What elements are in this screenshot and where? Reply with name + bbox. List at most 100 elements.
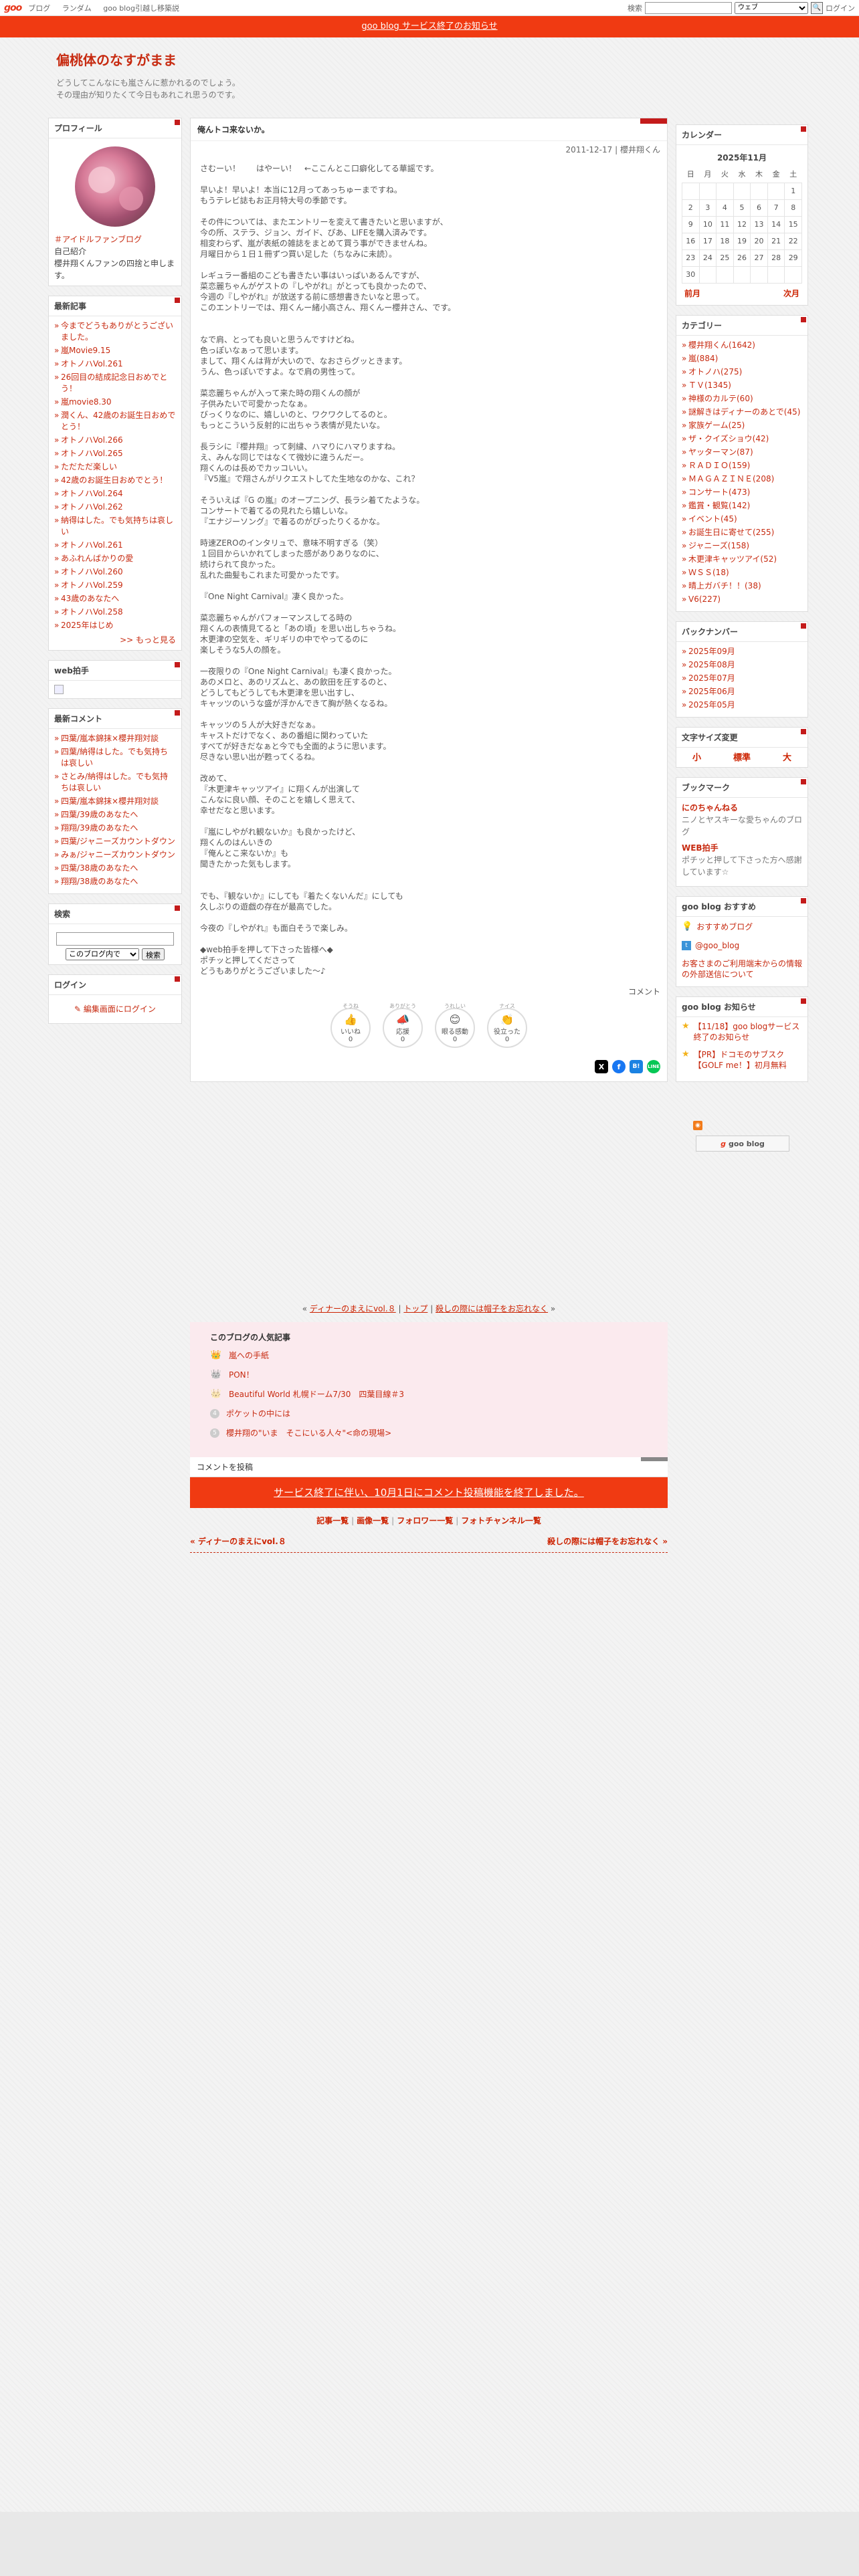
category-item[interactable]: お誕生日に寄せて(255) <box>682 527 802 538</box>
fontsize-normal-button[interactable]: 標準 <box>733 750 751 763</box>
category-item[interactable]: イベント(45) <box>682 514 802 525</box>
recent-post-item[interactable]: オトノハVol.265 <box>54 448 176 459</box>
category-item[interactable]: コンサート(473) <box>682 487 802 498</box>
recent-post-item[interactable]: オトノハVol.266 <box>54 435 176 446</box>
recent-post-item[interactable]: 今までどうもありがとうございました。 <box>54 320 176 343</box>
prev-post-link[interactable]: « ディナーのまえにvol.８ <box>190 1535 286 1547</box>
footer-link[interactable]: フォトチャンネル一覧 <box>461 1516 541 1525</box>
topbar-nav-random[interactable]: ランダム <box>62 4 92 13</box>
next-post-link[interactable]: 殺しの際には帽子をお忘れなく » <box>547 1535 668 1547</box>
recent-post-item[interactable]: 嵐Movie9.15 <box>54 345 176 356</box>
top-link[interactable]: トップ <box>403 1304 427 1313</box>
recent-post-item[interactable]: ただただ楽しい <box>54 461 176 473</box>
rss-icon[interactable]: ◉ <box>693 1121 702 1130</box>
hatena-share-icon[interactable]: B! <box>630 1060 643 1073</box>
recent-comment-item[interactable]: 四葉/嵐本錦抹×櫻井翔対談 <box>54 733 176 744</box>
recent-post-item[interactable]: オトノハVol.261 <box>54 540 176 551</box>
calendar-day[interactable]: 5 <box>733 199 751 217</box>
recent-post-item[interactable]: オトノハVol.259 <box>54 580 176 591</box>
article-category[interactable]: 櫻井翔くん <box>620 145 660 154</box>
calendar-day[interactable]: 1 <box>784 183 802 200</box>
recommend-blog-link[interactable]: 💡 おすすめブログ <box>682 921 802 933</box>
calendar-day[interactable]: 10 <box>698 216 717 233</box>
fontsize-large-button[interactable]: 大 <box>783 750 791 763</box>
calendar-day[interactable]: 8 <box>784 199 802 217</box>
calendar-day[interactable]: 25 <box>716 249 734 267</box>
calendar-day[interactable]: 24 <box>698 249 717 267</box>
calendar-day[interactable]: 21 <box>767 233 785 250</box>
blog-title[interactable]: 偏桃体のなすがまま <box>56 49 458 69</box>
recent-post-item[interactable]: 26回目の結成記念日おめでとう！ <box>54 372 176 395</box>
category-item[interactable]: 木更津キャッツアイ(52) <box>682 554 802 565</box>
recent-comment-item[interactable]: 翔翔/39歳のあなたへ <box>54 823 176 834</box>
category-item[interactable]: 神様のカルテ(60) <box>682 393 802 405</box>
recent-post-item[interactable]: オトノハVol.260 <box>54 566 176 578</box>
calendar-day[interactable]: 13 <box>750 216 768 233</box>
category-item[interactable]: ヤッターマン(87) <box>682 447 802 458</box>
external-info-link[interactable]: お客さまのご利用端末からの情報の外部送信について <box>682 958 802 980</box>
recent-comment-item[interactable]: 四葉/納得はした。でも気持ちは哀しい <box>54 746 176 769</box>
blog-search-scope[interactable]: このブログ内で <box>66 948 139 960</box>
recent-post-item[interactable]: 2025年はじめ <box>54 620 176 631</box>
goo-notice-item[interactable]: ★ 【PR】ドコモのサブスク【GOLF me！】初月無料 <box>682 1049 802 1071</box>
popular-item[interactable]: 👑 嵐への手紙 <box>210 1350 648 1361</box>
recent-post-item[interactable]: 43歳のあなたへ <box>54 593 176 605</box>
comment-closed-link[interactable]: サービス終了に伴い、10月1日にコメント投稿機能を終了しました。 <box>274 1487 584 1499</box>
calendar-day[interactable]: 29 <box>784 249 802 267</box>
calendar-day[interactable]: 6 <box>750 199 768 217</box>
category-item[interactable]: 鑑賞・観覧(142) <box>682 500 802 512</box>
footer-link[interactable]: 画像一覧 <box>357 1516 389 1525</box>
recent-post-item[interactable]: 潤くん、42歳のお誕生日おめでとう！ <box>54 410 176 433</box>
calendar-prev-month[interactable]: 前月 <box>684 288 700 300</box>
category-item[interactable]: 晴上ガバチ！！(38) <box>682 580 802 592</box>
recent-comment-item[interactable]: みぁ/ジャニーズカウントダウン <box>54 849 176 861</box>
category-item[interactable]: ＲＡＤＩＯ(159) <box>682 460 802 471</box>
reaction-button[interactable]: そうね 👍 いいね 0 <box>330 1003 371 1048</box>
calendar-day[interactable]: 28 <box>767 249 785 267</box>
search-icon[interactable]: 🔍 <box>811 1 823 14</box>
category-item[interactable]: 家族ゲーム(25) <box>682 420 802 431</box>
recent-post-item[interactable]: あふれんばかりの愛 <box>54 553 176 564</box>
profile-blog-name[interactable]: ＃アイドルファンブログ <box>54 233 176 245</box>
category-item[interactable]: オトノハ(275) <box>682 366 802 378</box>
popular-item[interactable]: 4 ポケットの中には <box>210 1408 648 1419</box>
goo-notice-item[interactable]: ★ 【11/18】goo blogサービス終了のお知らせ <box>682 1021 802 1043</box>
calendar-day[interactable]: 3 <box>698 199 717 217</box>
recent-post-item[interactable]: オトノハVol.262 <box>54 502 176 513</box>
calendar-day[interactable]: 7 <box>767 199 785 217</box>
popular-item[interactable]: 👑 Beautiful World 札幌ドーム7/30 四葉目線＃3 <box>210 1388 648 1400</box>
backnumber-item[interactable]: 2025年09月 <box>682 646 802 657</box>
backnumber-item[interactable]: 2025年05月 <box>682 700 802 711</box>
recent-comment-item[interactable]: 四葉/38歳のあなたへ <box>54 863 176 874</box>
calendar-day[interactable]: 18 <box>716 233 734 250</box>
calendar-day[interactable]: 26 <box>733 249 751 267</box>
recent-post-item[interactable]: オトノハVol.264 <box>54 488 176 500</box>
recent-posts-more-link[interactable]: >> もっと見る <box>54 634 176 646</box>
topbar-nav-blog[interactable]: ブログ <box>28 4 50 13</box>
calendar-day[interactable]: 23 <box>682 249 700 267</box>
edit-login-link[interactable]: ✎ 編集画面にログイン <box>54 999 176 1019</box>
category-item[interactable]: 謎解きはディナーのあとで(45) <box>682 407 802 418</box>
reaction-button[interactable]: ありがとう 📣 応援 0 <box>383 1003 423 1048</box>
bookmark-name[interactable]: WEB拍手 <box>682 842 802 854</box>
recent-comment-item[interactable]: 四葉/39歳のあなたへ <box>54 809 176 821</box>
fontsize-small-button[interactable]: 小 <box>692 750 701 763</box>
calendar-day[interactable]: 17 <box>698 233 717 250</box>
backnumber-item[interactable]: 2025年06月 <box>682 686 802 697</box>
footer-link[interactable]: 記事一覧 <box>316 1516 349 1525</box>
backnumber-item[interactable]: 2025年07月 <box>682 673 802 684</box>
category-item[interactable]: 嵐(884) <box>682 353 802 364</box>
calendar-day[interactable]: 30 <box>682 266 700 284</box>
category-item[interactable]: ザ・クイズショウ(42) <box>682 433 802 445</box>
line-share-icon[interactable]: LINE <box>647 1060 660 1073</box>
x-share-icon[interactable]: X <box>595 1060 608 1073</box>
blog-search-button[interactable]: 検索 <box>142 948 165 960</box>
footer-link[interactable]: フォロワー一覧 <box>397 1516 453 1525</box>
recent-comment-item[interactable]: さとみ/納得はした。でも気持ちは哀しい <box>54 771 176 794</box>
calendar-day[interactable]: 4 <box>716 199 734 217</box>
recent-comment-item[interactable]: 翔翔/38歳のあなたへ <box>54 876 176 887</box>
calendar-day[interactable]: 22 <box>784 233 802 250</box>
category-item[interactable]: 櫻井翔くん(1642) <box>682 340 802 351</box>
facebook-share-icon[interactable]: f <box>612 1060 626 1073</box>
article-title[interactable]: 俺んトコ来ないか。 <box>191 118 667 141</box>
